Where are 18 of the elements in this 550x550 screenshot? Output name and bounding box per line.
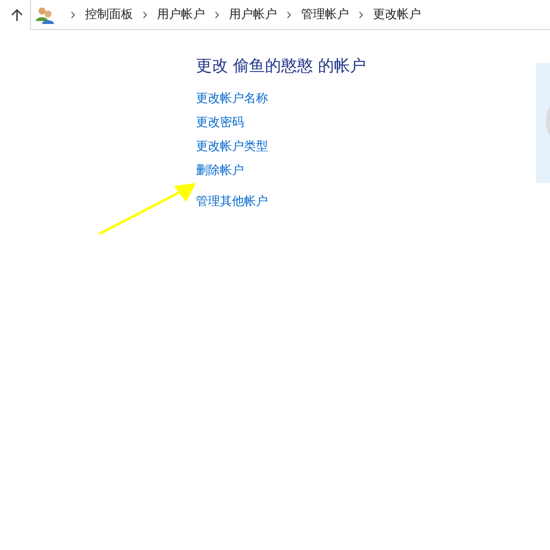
breadcrumb-item[interactable]: 更改帐户 (373, 6, 421, 23)
chevron-icon[interactable] (213, 10, 221, 18)
up-arrow-icon[interactable] (10, 8, 24, 22)
breadcrumb-item[interactable]: 用户帐户 (157, 6, 205, 23)
account-link[interactable]: 删除帐户 (196, 162, 366, 178)
breadcrumb-item[interactable]: 管理帐户 (301, 6, 349, 23)
chevron-icon[interactable] (285, 10, 293, 18)
chevron-icon[interactable] (69, 10, 77, 18)
account-link[interactable]: 更改帐户类型 (196, 138, 366, 154)
breadcrumb-item[interactable]: 控制面板 (85, 6, 133, 23)
account-link[interactable]: 更改密码 (196, 114, 366, 130)
chevron-icon[interactable] (141, 10, 149, 18)
users-icon (35, 6, 55, 24)
chevron-icon[interactable] (357, 10, 365, 18)
breadcrumb-item[interactable]: 用户帐户 (229, 6, 277, 23)
page-title: 更改 偷鱼的憨憨 的帐户 (196, 56, 366, 77)
account-link[interactable]: 管理其他帐户 (196, 193, 366, 209)
account-link[interactable]: 更改帐户名称 (196, 90, 366, 106)
